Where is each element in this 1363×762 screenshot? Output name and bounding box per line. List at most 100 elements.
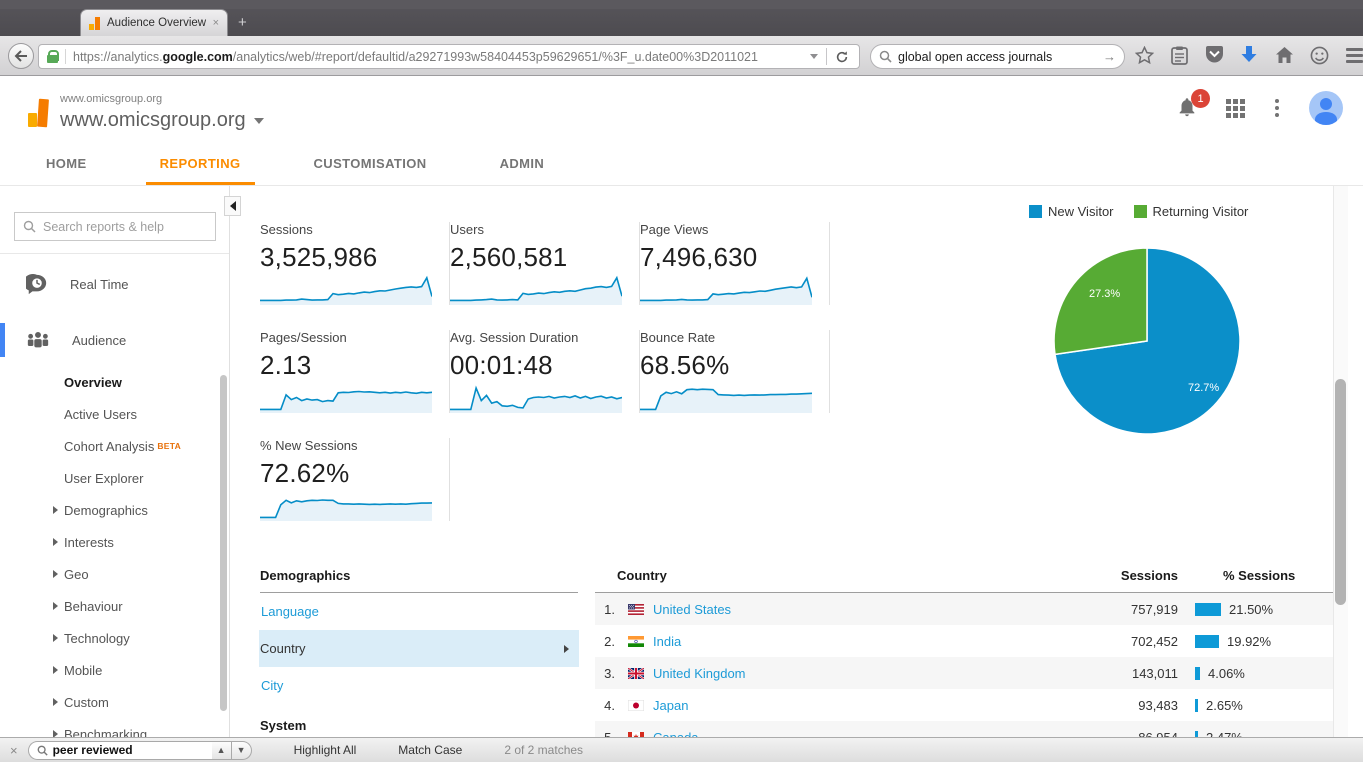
url-bar[interactable]: https://analytics.google.com/analytics/w… (38, 44, 860, 69)
column-header-pct-sessions[interactable]: % Sessions (1178, 568, 1348, 583)
nav-tab-customisation[interactable]: CUSTOMISATION (300, 145, 441, 185)
page-scrollbar-thumb[interactable] (1335, 379, 1346, 605)
sidebar-item-geo[interactable]: Geo (0, 558, 229, 590)
dimension-link-city[interactable]: City (260, 667, 578, 704)
expand-arrow-icon (53, 666, 58, 674)
match-case-button[interactable]: Match Case (398, 743, 462, 757)
pct-bar (1195, 635, 1219, 648)
tab-close-button[interactable]: × (213, 17, 219, 29)
toolbar-icons (1133, 42, 1363, 68)
sessions-value: 93,483 (1058, 698, 1178, 713)
sidebar-search-placeholder: Search reports & help (43, 220, 164, 234)
sidebar-item-real-time[interactable]: Real Time (0, 266, 229, 302)
country-link[interactable]: Japan (651, 698, 1058, 713)
new-tab-button[interactable]: + (238, 14, 247, 31)
column-header-country[interactable]: Country (595, 568, 1058, 583)
sessions-value: 702,452 (1058, 634, 1178, 649)
reload-button[interactable] (835, 50, 849, 64)
expand-arrow-icon (53, 698, 58, 706)
country-link[interactable]: United States (651, 602, 1058, 617)
notification-badge: 1 (1191, 89, 1210, 108)
search-go-icon[interactable]: → (1103, 49, 1116, 64)
column-header-sessions[interactable]: Sessions (1058, 568, 1178, 583)
property-selector[interactable]: www.omicsgroup.org (60, 109, 264, 132)
sidebar-item-active-users[interactable]: Active Users (0, 398, 229, 430)
url-text: https://analytics.google.com/analytics/w… (73, 50, 802, 64)
legend-item-returning-visitor: Returning Visitor (1134, 204, 1249, 219)
nav-tab-reporting[interactable]: REPORTING (146, 145, 255, 185)
findbar-query-text: peer reviewed (53, 743, 133, 757)
find-previous-button[interactable]: ▲ (212, 741, 232, 760)
row-rank: 4. (595, 698, 621, 713)
sidebar-collapse-button[interactable] (224, 196, 241, 216)
search-icon (879, 50, 892, 63)
pct-sessions-cell: 2.65% (1178, 698, 1348, 713)
country-flag-icon (621, 636, 651, 647)
audience-icon (26, 330, 50, 350)
metric-card--new-sessions: % New Sessions72.62% (260, 438, 450, 521)
sidebar-item-behaviour[interactable]: Behaviour (0, 590, 229, 622)
sidebar-item-interests[interactable]: Interests (0, 526, 229, 558)
metric-label: Users (450, 222, 625, 237)
dimension-link-language[interactable]: Language (260, 593, 578, 630)
sidebar-scrollbar-thumb[interactable] (220, 375, 227, 711)
notifications-bell-icon[interactable]: 1 (1176, 95, 1200, 121)
highlight-all-button[interactable]: Highlight All (294, 743, 357, 757)
account-avatar[interactable] (1309, 91, 1343, 125)
sidebar-item-cohort-analysis[interactable]: Cohort AnalysisBETA (0, 430, 229, 462)
dimension-link-country[interactable]: Country (259, 630, 579, 667)
sparkline-chart (260, 275, 432, 305)
browser-tab[interactable]: Audience Overview – Anal... × (80, 9, 228, 36)
find-bar: × peer reviewed ▲ ▼ Highlight All Match … (0, 737, 1363, 762)
country-link[interactable]: United Kingdom (651, 666, 1058, 681)
pct-bar (1195, 699, 1198, 712)
metric-label: Page Views (640, 222, 815, 237)
bookmark-star-icon[interactable] (1133, 42, 1155, 68)
menu-hamburger-icon[interactable] (1343, 42, 1363, 68)
back-button[interactable] (8, 43, 34, 69)
home-icon[interactable] (1273, 42, 1295, 68)
pct-sessions-cell: 4.06% (1178, 666, 1348, 681)
sidebar-item-user-explorer[interactable]: User Explorer (0, 462, 229, 494)
expand-arrow-icon (53, 570, 58, 578)
country-row-india: 2.India702,45219.92% (595, 625, 1348, 657)
main-navigation: HOME REPORTING CUSTOMISATION ADMIN (0, 145, 1363, 186)
sidebar-item-technology[interactable]: Technology (0, 622, 229, 654)
downloads-icon[interactable] (1238, 42, 1260, 68)
pct-sessions-cell: 21.50% (1178, 602, 1348, 617)
sidebar-item-demographics[interactable]: Demographics (0, 494, 229, 526)
country-flag-icon (621, 700, 651, 711)
url-dropdown-icon[interactable] (810, 54, 818, 59)
sidebar-item-overview[interactable]: Overview (0, 366, 229, 398)
country-row-united-states: 1.United States757,91921.50% (595, 593, 1348, 625)
metric-label: Sessions (260, 222, 435, 237)
visitor-type-chart-panel: New VisitorReturning Visitor 72.7%27.3% (1021, 204, 1341, 441)
findbar-input[interactable]: peer reviewed (28, 741, 212, 760)
metric-card-page-views: Page Views7,496,630 (640, 222, 830, 305)
findbar-close-button[interactable]: × (10, 743, 18, 758)
country-table-header: Country Sessions % Sessions (595, 568, 1348, 593)
hello-smiley-icon[interactable] (1308, 42, 1330, 68)
nav-tab-home[interactable]: HOME (32, 145, 101, 185)
country-link[interactable]: India (651, 634, 1058, 649)
page-scrollbar[interactable] (1333, 186, 1348, 762)
sidebar-item-custom[interactable]: Custom (0, 686, 229, 718)
browser-search-field[interactable]: global open access journals → (870, 44, 1125, 69)
apps-grid-icon[interactable] (1226, 99, 1245, 118)
metric-card-pages-session: Pages/Session2.13 (260, 330, 450, 413)
find-next-button[interactable]: ▼ (232, 741, 252, 760)
pocket-icon[interactable] (1203, 42, 1225, 68)
metric-label: Pages/Session (260, 330, 435, 345)
country-table-panel: Country Sessions % Sessions 1.United Sta… (595, 568, 1348, 753)
nav-tab-admin[interactable]: ADMIN (486, 145, 559, 185)
country-row-japan: 4. Japan93,4832.65% (595, 689, 1348, 721)
sidebar-item-mobile[interactable]: Mobile (0, 654, 229, 686)
sparkline-chart (260, 491, 432, 521)
section-title-demographics: Demographics (260, 568, 578, 593)
more-options-kebab-icon[interactable] (1271, 99, 1283, 117)
sidebar-search-input[interactable]: Search reports & help (14, 212, 216, 241)
sidebar-item-audience[interactable]: Audience (0, 320, 229, 360)
expand-arrow-icon (53, 538, 58, 546)
sparkline-chart (450, 275, 622, 305)
reading-list-icon[interactable] (1168, 42, 1190, 68)
